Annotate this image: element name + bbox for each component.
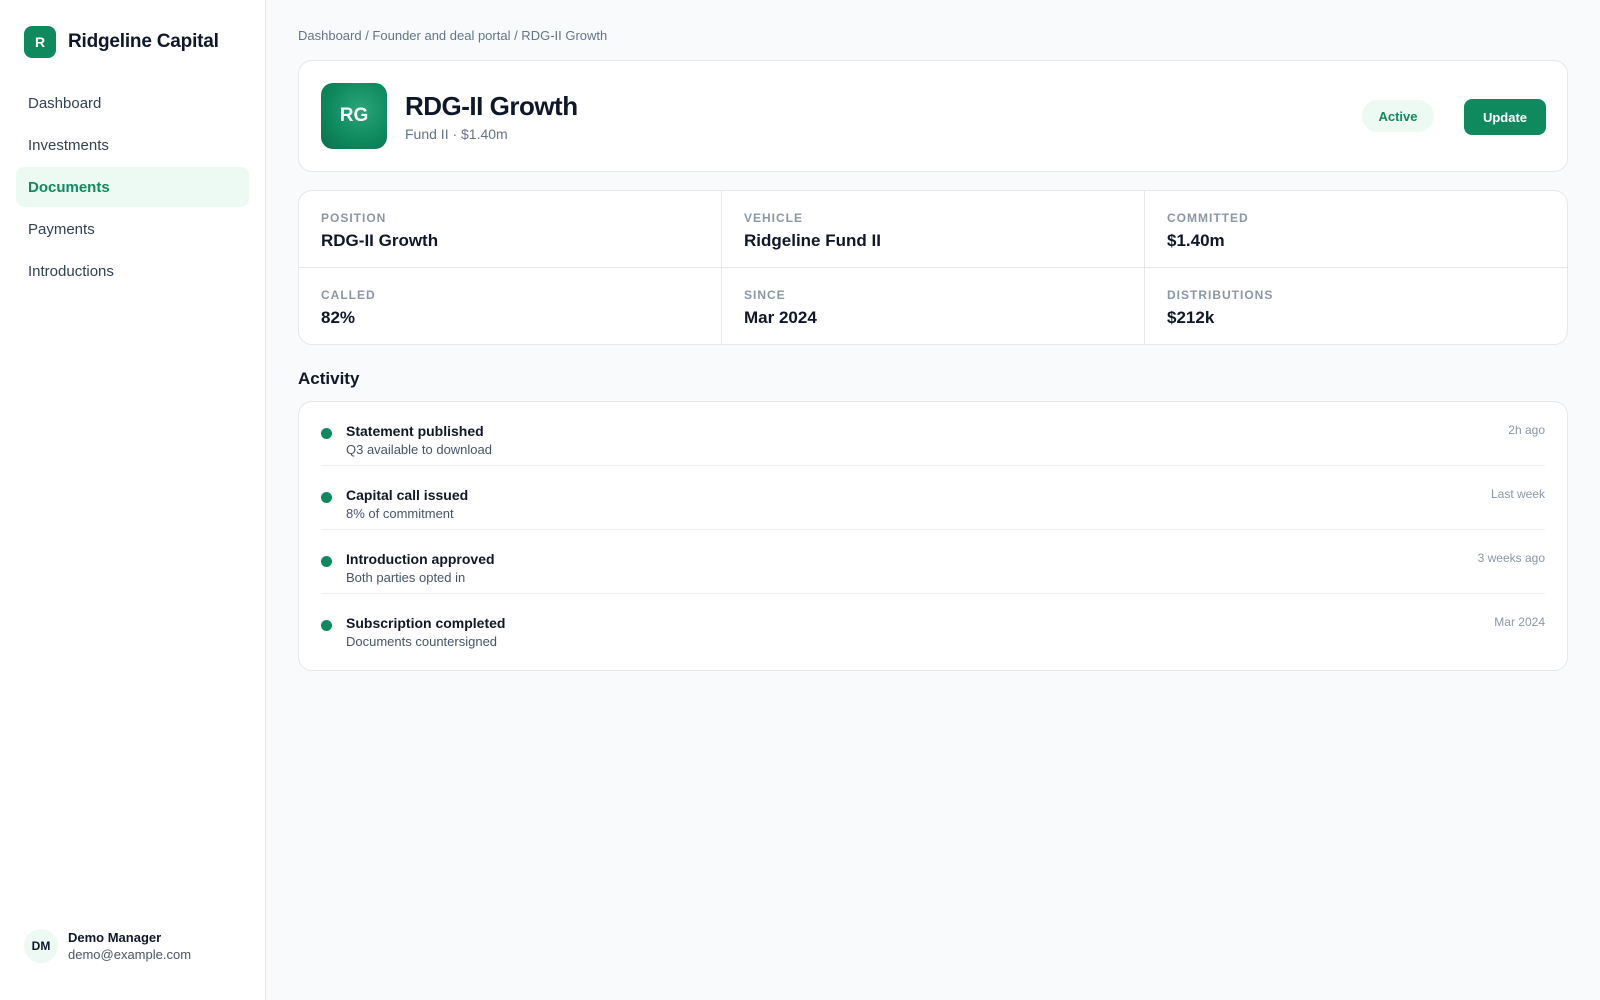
fund-subtitle: Fund II · $1.40m — [405, 126, 508, 142]
user-profile[interactable]: DM Demo Manager demo@example.com — [24, 929, 191, 963]
stat-distributions: Distributions $212k — [1145, 268, 1567, 344]
activity-title: Introduction approved — [346, 551, 495, 567]
sidebar-nav: Dashboard Investments Documents Payments… — [16, 83, 249, 293]
brand[interactable]: R Ridgeline Capital — [24, 26, 219, 58]
activity-time: Last week — [1490, 487, 1545, 501]
sidebar-item-documents[interactable]: Documents — [16, 167, 249, 207]
sidebar-item-investments[interactable]: Investments — [16, 125, 249, 165]
user-email: demo@example.com — [68, 947, 192, 962]
status-dot-icon — [321, 620, 332, 631]
list-item[interactable]: Capital call issued 8% of commitment Las… — [321, 466, 1545, 530]
stats-card: Position RDG-II Growth Vehicle Ridgeline… — [298, 190, 1568, 345]
stat-label: Position — [321, 211, 387, 225]
activity-time: 2h ago — [1508, 423, 1545, 437]
activity-time: 3 weeks ago — [1477, 551, 1545, 565]
activity-heading: Activity — [298, 369, 360, 388]
stat-value: 82% — [321, 308, 356, 327]
breadcrumb: Dashboard / Founder and deal portal / RD… — [298, 28, 608, 43]
status-dot-icon — [321, 492, 332, 503]
activity-subtitle: Documents countersigned — [346, 634, 498, 649]
stat-committed: Committed $1.40m — [1145, 191, 1567, 268]
stat-value: Mar 2024 — [744, 308, 817, 327]
activity-subtitle: Q3 available to download — [346, 442, 492, 457]
status-dot-icon — [321, 556, 332, 567]
status-dot-icon — [321, 428, 332, 439]
activity-subtitle: 8% of commitment — [346, 506, 454, 521]
activity-title: Subscription completed — [346, 615, 506, 631]
stat-label: Called — [321, 288, 376, 302]
brand-name: Ridgeline Capital — [68, 31, 219, 52]
stat-value: RDG-II Growth — [321, 231, 439, 250]
activity-time: Mar 2024 — [1494, 615, 1545, 629]
stat-vehicle: Vehicle Ridgeline Fund II — [722, 191, 1145, 268]
stat-value: Ridgeline Fund II — [744, 231, 881, 250]
stat-value: $1.40m — [1167, 231, 1225, 250]
activity-title: Statement published — [346, 423, 484, 439]
sidebar: R Ridgeline Capital Dashboard Investment… — [0, 0, 266, 1000]
sidebar-item-payments[interactable]: Payments — [16, 209, 249, 249]
stat-since: Since Mar 2024 — [722, 268, 1145, 344]
status-badge: Active — [1362, 100, 1434, 132]
list-item[interactable]: Introduction approved Both parties opted… — [321, 530, 1545, 594]
stat-label: Since — [744, 288, 786, 302]
list-item[interactable]: Statement published Q3 available to down… — [321, 402, 1545, 466]
list-item[interactable]: Subscription completed Documents counter… — [321, 594, 1545, 658]
activity-subtitle: Both parties opted in — [346, 570, 466, 585]
stat-label: Distributions — [1167, 288, 1274, 302]
activity-title: Capital call issued — [346, 487, 469, 503]
sidebar-item-introductions[interactable]: Introductions — [16, 251, 249, 291]
brand-logo-icon: R — [24, 26, 56, 58]
update-button[interactable]: Update — [1464, 99, 1546, 135]
stat-value: $212k — [1167, 308, 1215, 327]
stat-label: Vehicle — [744, 211, 804, 225]
page-title: RDG-II Growth — [405, 91, 578, 121]
stat-label: Committed — [1167, 211, 1249, 225]
avatar: DM — [24, 929, 58, 963]
user-meta: Demo Manager demo@example.com — [68, 930, 191, 962]
fund-logo: RG — [321, 83, 387, 149]
fund-header-card: RG RDG-II Growth Fund II · $1.40m Active… — [298, 60, 1568, 172]
sidebar-item-dashboard[interactable]: Dashboard — [16, 83, 249, 123]
stat-called: Called 82% — [299, 268, 722, 344]
user-name: Demo Manager — [68, 930, 162, 945]
activity-card: Statement published Q3 available to down… — [298, 401, 1568, 671]
stat-position: Position RDG-II Growth — [299, 191, 722, 268]
